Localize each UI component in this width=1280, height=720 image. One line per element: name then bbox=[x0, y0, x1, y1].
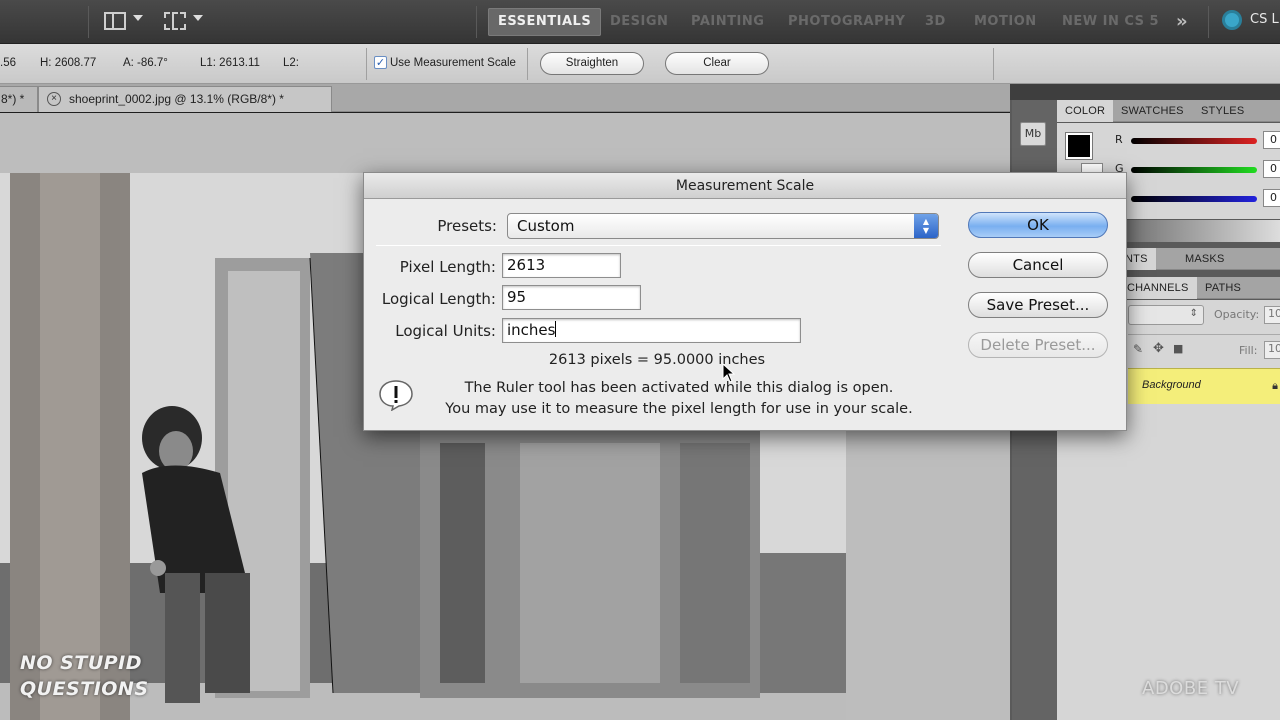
layer-row-background[interactable]: Background 🔒︎ bbox=[1128, 368, 1280, 404]
red-slider[interactable] bbox=[1131, 138, 1257, 144]
scale-equivalence: 2613 pixels = 95.0000 inches bbox=[548, 352, 766, 368]
layer-name: Background bbox=[1142, 379, 1201, 391]
select-arrows-icon: ▲ ▼ bbox=[914, 214, 938, 238]
green-slider[interactable] bbox=[1131, 167, 1257, 173]
width-readout: .56 bbox=[0, 57, 16, 69]
divider bbox=[476, 6, 477, 38]
slider-label-r: R bbox=[1115, 133, 1123, 146]
watermark-line-1: NO STUPID bbox=[20, 652, 143, 674]
divider bbox=[993, 48, 994, 80]
ok-button[interactable]: OK bbox=[968, 212, 1108, 238]
workspace-new-in-cs5[interactable]: NEW IN CS 5 bbox=[1052, 8, 1169, 36]
lock-all-icon[interactable]: ■ bbox=[1173, 342, 1183, 355]
length1-readout: L1: 2613.11 bbox=[200, 57, 260, 69]
arrange-documents-icon[interactable] bbox=[104, 12, 126, 30]
blue-value[interactable]: 0 bbox=[1263, 189, 1280, 207]
info-text: The Ruler tool has been activated while … bbox=[419, 378, 939, 420]
blue-slider[interactable] bbox=[1131, 196, 1257, 202]
chevron-down-icon: ⇕ bbox=[1189, 308, 1198, 319]
use-measurement-scale-label[interactable]: Use Measurement Scale bbox=[390, 57, 516, 69]
cs-live-icon[interactable] bbox=[1222, 10, 1242, 30]
tab-masks[interactable]: MASKS bbox=[1177, 248, 1233, 270]
tab-swatches[interactable]: SWATCHES bbox=[1113, 100, 1192, 122]
cancel-button[interactable]: Cancel bbox=[968, 252, 1108, 278]
tab-label: 8*) * bbox=[1, 92, 25, 106]
divider bbox=[527, 48, 528, 80]
application-bar: ESSENTIALS DESIGN PAINTING PHOTOGRAPHY 3… bbox=[0, 0, 1280, 44]
logical-length-label: Logical Length: bbox=[381, 290, 496, 308]
show-watermark: NO STUPID QUESTIONS bbox=[20, 650, 149, 702]
fill-label: Fill: bbox=[1239, 344, 1258, 357]
pixel-length-input[interactable]: 2613 bbox=[502, 253, 621, 278]
text-cursor bbox=[555, 321, 557, 337]
divider bbox=[366, 48, 367, 80]
opacity-label: Opacity: bbox=[1214, 308, 1260, 321]
panel-collapse-bar[interactable] bbox=[1010, 84, 1280, 100]
workspace-essentials[interactable]: ESSENTIALS bbox=[488, 8, 602, 36]
tab-color[interactable]: COLOR bbox=[1057, 100, 1114, 122]
presets-label: Presets: bbox=[437, 217, 497, 235]
tab-label: shoeprint_0002.jpg @ 13.1% (RGB/8*) * bbox=[69, 92, 284, 106]
mouse-pointer-icon bbox=[722, 363, 736, 383]
more-workspaces-icon[interactable]: » bbox=[1166, 8, 1198, 36]
watermark-line-2: QUESTIONS bbox=[20, 678, 149, 700]
blend-mode-select[interactable]: ⇕ bbox=[1128, 305, 1204, 325]
green-value[interactable]: 0 bbox=[1263, 160, 1280, 178]
lock-icon: 🔒︎ bbox=[1272, 379, 1278, 392]
mini-bridge-icon[interactable]: Mb bbox=[1020, 122, 1046, 146]
info-line-1: The Ruler tool has been activated while … bbox=[464, 380, 894, 396]
delete-preset-button: Delete Preset... bbox=[968, 332, 1108, 358]
color-panel-tabs: COLOR SWATCHES STYLES bbox=[1057, 100, 1280, 122]
logical-units-label: Logical Units: bbox=[395, 322, 496, 340]
opacity-field[interactable]: 10 bbox=[1264, 306, 1280, 324]
red-value[interactable]: 0 bbox=[1263, 131, 1280, 149]
use-measurement-scale-checkbox[interactable]: ✓ bbox=[374, 56, 387, 69]
adobe-tv-watermark: ADOBE TV bbox=[1142, 678, 1240, 699]
lock-image-icon[interactable]: ✎ bbox=[1133, 342, 1143, 356]
workspace-motion[interactable]: MOTION bbox=[964, 8, 1047, 36]
pixel-length-label: Pixel Length: bbox=[399, 258, 496, 276]
lock-position-icon[interactable]: ✥ bbox=[1153, 341, 1164, 356]
divider bbox=[1208, 6, 1209, 38]
divider bbox=[88, 6, 89, 38]
workspace-design[interactable]: DESIGN bbox=[600, 8, 678, 36]
logical-length-input[interactable]: 95 bbox=[502, 285, 641, 310]
divider bbox=[376, 245, 941, 246]
save-preset-button[interactable]: Save Preset... bbox=[968, 292, 1108, 318]
clear-button[interactable]: Clear bbox=[665, 52, 769, 75]
straighten-button[interactable]: Straighten bbox=[540, 52, 644, 75]
length2-readout: L2: bbox=[283, 57, 299, 69]
height-readout: H: 2608.77 bbox=[40, 57, 97, 69]
presets-value: Custom bbox=[517, 217, 575, 235]
tab-paths[interactable]: PATHS bbox=[1197, 277, 1249, 299]
warning-icon bbox=[379, 380, 413, 411]
fill-field[interactable]: 10 bbox=[1264, 341, 1280, 359]
workspace-painting[interactable]: PAINTING bbox=[681, 8, 774, 36]
chevron-down-icon[interactable] bbox=[193, 15, 203, 21]
tab-channels[interactable]: CHANNELS bbox=[1119, 277, 1197, 299]
dialog-title: Measurement Scale bbox=[364, 173, 1126, 199]
close-icon[interactable]: × bbox=[47, 92, 61, 106]
foreground-color-swatch[interactable] bbox=[1065, 132, 1093, 160]
cs-live-label[interactable]: CS L bbox=[1250, 12, 1279, 27]
screen-mode-icon[interactable] bbox=[164, 12, 186, 30]
workspace-photography[interactable]: PHOTOGRAPHY bbox=[778, 8, 915, 36]
document-tab-previous[interactable]: 8*) * bbox=[0, 86, 38, 112]
divider bbox=[1128, 334, 1280, 335]
workspace-3d[interactable]: 3D bbox=[915, 8, 956, 36]
logical-units-value: inches bbox=[507, 321, 556, 339]
tab-styles[interactable]: STYLES bbox=[1193, 100, 1252, 122]
info-line-2: You may use it to measure the pixel leng… bbox=[445, 401, 913, 417]
tool-options-bar: .56 H: 2608.77 A: -86.7° L1: 2613.11 L2:… bbox=[0, 44, 1280, 84]
logical-units-input[interactable]: inches bbox=[502, 318, 801, 343]
document-tab-shoeprint[interactable]: × shoeprint_0002.jpg @ 13.1% (RGB/8*) * bbox=[38, 86, 332, 112]
measurement-scale-dialog: Measurement Scale Presets: Custom ▲ ▼ Pix… bbox=[363, 172, 1127, 431]
angle-readout: A: -86.7° bbox=[123, 57, 168, 69]
presets-select[interactable]: Custom ▲ ▼ bbox=[507, 213, 939, 239]
document-tab-bar: 8*) * × shoeprint_0002.jpg @ 13.1% (RGB/… bbox=[0, 84, 1010, 112]
chevron-down-icon[interactable] bbox=[133, 15, 143, 21]
